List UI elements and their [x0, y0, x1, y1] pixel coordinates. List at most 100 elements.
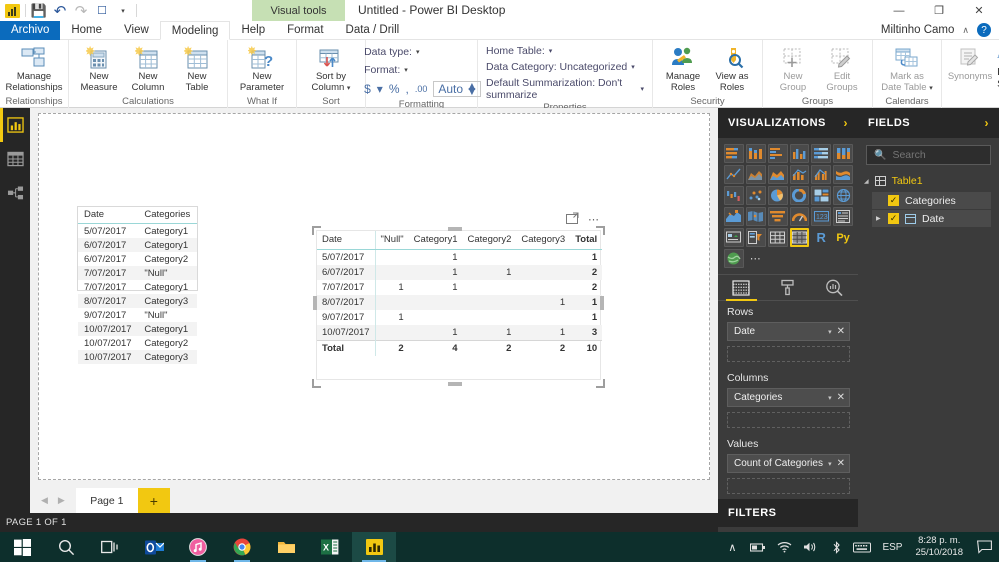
- kpi-icon[interactable]: [724, 228, 744, 247]
- minimize-button[interactable]: —: [879, 0, 919, 21]
- chrome-icon[interactable]: [220, 532, 264, 562]
- well-dropzone[interactable]: [727, 478, 850, 494]
- close-button[interactable]: ✕: [959, 0, 999, 21]
- card-icon[interactable]: 123: [811, 207, 832, 226]
- well-field-chip[interactable]: Date ▾ ✕: [727, 322, 850, 341]
- bluetooth-icon[interactable]: [823, 532, 849, 562]
- manage-roles-button[interactable]: Manage Roles: [659, 43, 707, 93]
- signed-in-user[interactable]: Miltinho Camo: [881, 21, 963, 39]
- stacked-column-chart-icon[interactable]: [745, 144, 766, 163]
- add-page-button[interactable]: +: [137, 488, 170, 513]
- manage-relationships-button[interactable]: Manage Relationships: [5, 43, 63, 93]
- tab-view[interactable]: View: [113, 21, 160, 40]
- arcgis-map-icon[interactable]: [724, 249, 744, 268]
- collapse-ribbon-icon[interactable]: ∧: [962, 21, 977, 39]
- action-center-icon[interactable]: [969, 532, 999, 562]
- sort-by-column-button[interactable]: Sort by Column ▾: [303, 43, 359, 94]
- save-icon[interactable]: 💾: [31, 3, 47, 19]
- matrix-col-header-null[interactable]: "Null": [374, 231, 409, 250]
- percent-format-icon[interactable]: %: [389, 82, 400, 96]
- expand-fields-icon[interactable]: ›: [985, 116, 990, 130]
- line-and-stacked-column-chart-icon[interactable]: [789, 165, 810, 184]
- new-parameter-button[interactable]: ? New Parameter: [234, 43, 290, 93]
- matrix-row[interactable]: 6/07/2017 1 1 2: [317, 265, 603, 280]
- table-row[interactable]: 9/07/2017 "Null": [78, 308, 197, 322]
- search-icon[interactable]: [44, 532, 88, 562]
- map-icon[interactable]: [833, 186, 853, 205]
- matrix-col-header-category2[interactable]: Category2: [462, 231, 517, 250]
- well-field-chip[interactable]: Categories ▾ ✕: [727, 388, 850, 407]
- table-row[interactable]: 7/07/2017 Category1: [78, 280, 197, 294]
- data-category-dropdown[interactable]: Data Category: Uncategorized ▾: [486, 61, 644, 73]
- scatter-chart-icon[interactable]: [745, 186, 766, 205]
- keyboard-icon[interactable]: [849, 532, 875, 562]
- expand-visualizations-icon[interactable]: ›: [844, 116, 849, 130]
- report-page-canvas[interactable]: Date Categories 5/07/2017 Category1 6/07/2…: [38, 113, 710, 480]
- new-column-button[interactable]: New Column: [124, 43, 172, 93]
- collapse-table-icon[interactable]: ◢: [864, 178, 869, 185]
- windows-start-icon[interactable]: [0, 532, 44, 562]
- decimal-places-stepper[interactable]: Auto ▲ ▼: [433, 80, 481, 97]
- field-item-date[interactable]: ▶ ✓ Date: [872, 210, 991, 227]
- currency-caret-icon[interactable]: ▾: [377, 82, 383, 96]
- new-table-button[interactable]: New Table: [173, 43, 221, 93]
- resize-handle-top-right[interactable]: [596, 226, 605, 235]
- volume-icon[interactable]: [797, 532, 823, 562]
- checkbox-categories[interactable]: ✓: [888, 195, 899, 206]
- slicer-icon[interactable]: [745, 228, 766, 247]
- mark-as-date-table-button[interactable]: Mark as Date Table ▾: [879, 43, 935, 94]
- default-summarization-dropdown[interactable]: Default Summarization: Don't summarize ▾: [486, 77, 644, 101]
- table-row[interactable]: 8/07/2017 Category3: [78, 294, 197, 308]
- restore-button[interactable]: ❐: [919, 0, 959, 21]
- waterfall-chart-icon[interactable]: [724, 186, 744, 205]
- ribbon-chart-icon[interactable]: [833, 165, 853, 184]
- matrix-col-header-category1[interactable]: Category1: [408, 231, 463, 250]
- analytics-tab[interactable]: [812, 274, 858, 301]
- search-input[interactable]: [892, 149, 983, 161]
- clustered-column-chart-icon[interactable]: [789, 144, 810, 163]
- next-page-icon[interactable]: ▶: [58, 495, 65, 506]
- tab-format[interactable]: Format: [276, 21, 334, 40]
- matrix-row[interactable]: 8/07/2017 1 1: [317, 295, 603, 310]
- resize-handle-left[interactable]: [313, 296, 317, 310]
- matrix-icon[interactable]: [789, 228, 810, 247]
- well-dropzone[interactable]: [727, 346, 850, 362]
- resize-handle-right[interactable]: [600, 296, 604, 310]
- tab-home[interactable]: Home: [60, 21, 113, 40]
- thousands-separator-icon[interactable]: ,: [405, 82, 408, 96]
- data-type-dropdown[interactable]: Data type: ▾: [364, 44, 481, 59]
- focus-mode-icon[interactable]: [566, 212, 579, 227]
- 100-stacked-column-chart-icon[interactable]: [833, 144, 853, 163]
- outlook-icon[interactable]: [132, 532, 176, 562]
- home-table-dropdown[interactable]: Home Table: ▾: [486, 45, 644, 57]
- well-field-caret-icon[interactable]: ▾: [828, 394, 837, 402]
- table-row[interactable]: 5/07/2017 Category1: [78, 224, 197, 239]
- resize-handle-bottom-left[interactable]: [312, 379, 321, 388]
- field-item-categories[interactable]: ✓ Categories: [872, 192, 991, 209]
- well-field-remove-icon[interactable]: ✕: [837, 392, 845, 403]
- file-explorer-icon[interactable]: [264, 532, 308, 562]
- data-view-button[interactable]: [0, 142, 30, 176]
- new-measure-button[interactable]: New Measure: [75, 43, 123, 93]
- well-field-remove-icon[interactable]: ✕: [837, 458, 845, 469]
- tray-chevron-icon[interactable]: ∧: [719, 532, 745, 562]
- stepper-arrows-icon[interactable]: ▲ ▼: [466, 80, 478, 97]
- currency-format-icon[interactable]: $: [364, 82, 371, 96]
- line-and-clustered-column-chart-icon[interactable]: [811, 165, 832, 184]
- r-script-visual-icon[interactable]: R: [811, 228, 831, 247]
- edit-groups-button[interactable]: Edit Groups: [818, 43, 866, 93]
- gauge-icon[interactable]: [789, 207, 810, 226]
- well-field-remove-icon[interactable]: ✕: [837, 326, 845, 337]
- matrix-row[interactable]: 5/07/2017 1 1: [317, 249, 602, 265]
- area-chart-icon[interactable]: [745, 165, 766, 184]
- tab-modeling[interactable]: Modeling: [159, 21, 231, 40]
- fields-search-box[interactable]: 🔍: [866, 145, 991, 165]
- format-tab[interactable]: [765, 274, 811, 301]
- matrix-col-header-date[interactable]: Date: [317, 231, 376, 250]
- matrix-row[interactable]: 9/07/2017 1 1: [317, 310, 602, 325]
- page-tab-page-1[interactable]: Page 1: [75, 488, 138, 513]
- table-row[interactable]: 6/07/2017 Category2: [78, 252, 197, 266]
- resize-handle-bottom-right[interactable]: [596, 379, 605, 388]
- redo-icon[interactable]: ↷: [73, 3, 89, 20]
- new-group-button[interactable]: New Group: [769, 43, 817, 93]
